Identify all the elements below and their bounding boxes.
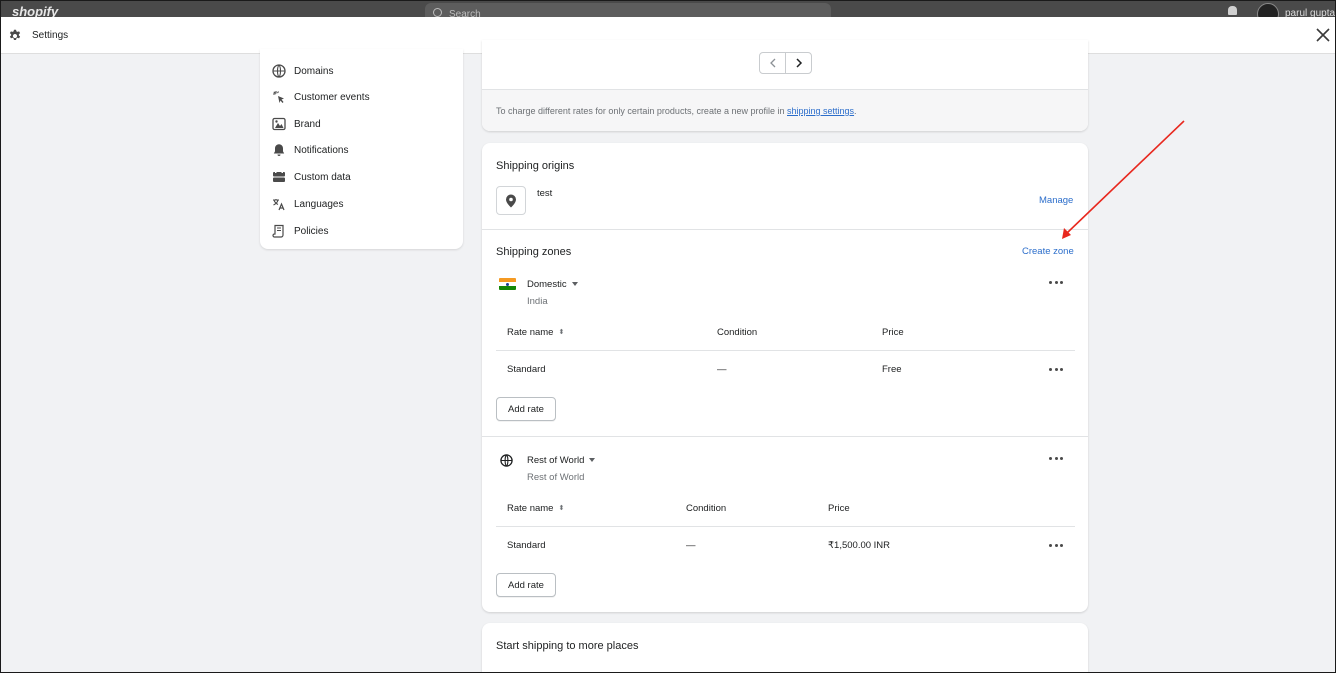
bell-icon: [271, 142, 287, 158]
cursor-click-icon: [271, 89, 287, 105]
policy-icon: [271, 223, 287, 239]
chevron-right-icon: [796, 58, 802, 68]
shipping-origins-zones-card: Shipping origins test Manage Shipping zo…: [482, 143, 1088, 612]
admin-topbar: shopify Search parul gupta: [0, 0, 1336, 17]
sort-icon: ⬍: [558, 329, 565, 337]
rate-name-cell: Standard: [507, 364, 546, 375]
rate-more-actions-icon[interactable]: [1049, 366, 1063, 372]
rate-price-cell: ₹1,500.00 INR: [828, 540, 891, 551]
create-zone-link[interactable]: Create zone: [1022, 246, 1074, 257]
shipping-profile-card: To charge different rates for only certa…: [482, 40, 1088, 131]
zone-subtitle: India: [527, 296, 548, 307]
rate-price-cell: Free: [882, 364, 902, 375]
brand-icon: [271, 116, 287, 132]
rate-name-cell: Standard: [507, 540, 546, 551]
zone-more-actions-icon[interactable]: [1049, 279, 1063, 285]
sidebar-item-label: Notifications: [294, 144, 349, 156]
more-places-card: Start shipping to more places: [482, 623, 1088, 673]
zone-name-label: Rest of World: [527, 455, 585, 466]
search-icon: [433, 8, 442, 17]
sidebar-item-label: Languages: [294, 198, 344, 210]
globe-icon: [500, 454, 513, 467]
profile-footer: To charge different rates for only certa…: [482, 89, 1088, 131]
india-flag-icon: [499, 278, 516, 290]
sidebar-item-label: Policies: [294, 225, 329, 237]
column-header-rate-name[interactable]: Rate name ⬍: [507, 327, 564, 338]
column-header-condition: Condition: [717, 327, 758, 338]
location-pin-icon: [506, 194, 516, 207]
caret-down-icon: [571, 282, 578, 287]
manage-link[interactable]: Manage: [1039, 195, 1073, 206]
search-placeholder: Search: [449, 9, 481, 17]
gear-icon: [9, 29, 21, 40]
shipping-zones-title: Shipping zones: [496, 246, 572, 258]
avatar[interactable]: [1257, 3, 1279, 17]
sidebar-item-label: Brand: [294, 118, 321, 130]
column-header-price: Price: [828, 503, 850, 514]
sidebar-item-label: Customer events: [294, 91, 370, 103]
user-name[interactable]: parul gupta: [1285, 8, 1335, 17]
sidebar-item-custom-data[interactable]: Custom data: [271, 167, 456, 187]
caret-down-icon: [589, 458, 596, 463]
rate-more-actions-icon[interactable]: [1049, 542, 1063, 548]
zone-divider: [482, 436, 1088, 437]
sidebar-item-notifications[interactable]: Notifications: [271, 140, 456, 160]
pagination: [759, 52, 812, 74]
sidebar-item-languages[interactable]: Languages: [271, 194, 456, 214]
zone-name-label: Domestic: [527, 279, 567, 290]
origin-location-name: test: [537, 188, 553, 199]
shopify-logo[interactable]: shopify: [12, 4, 58, 17]
add-rate-button[interactable]: Add rate: [496, 573, 556, 597]
zone-subtitle: Rest of World: [527, 472, 585, 483]
more-places-title: Start shipping to more places: [496, 640, 639, 652]
shipping-settings-link[interactable]: shipping settings: [787, 106, 854, 116]
custom-data-icon: [271, 169, 287, 185]
settings-sidebar: Domains Customer events Brand Notificati…: [260, 49, 463, 249]
sidebar-item-policies[interactable]: Policies: [271, 221, 456, 241]
globe-icon: [271, 63, 287, 79]
table-divider: [496, 526, 1075, 527]
close-icon[interactable]: [1314, 26, 1332, 44]
sidebar-item-brand[interactable]: Brand: [271, 114, 456, 134]
notification-bell-icon[interactable]: [1228, 6, 1237, 15]
add-rate-button[interactable]: Add rate: [496, 397, 556, 421]
zone-more-actions-icon[interactable]: [1049, 455, 1063, 461]
next-page-button[interactable]: [785, 53, 811, 73]
table-divider: [496, 350, 1075, 351]
header-label: Rate name: [507, 503, 554, 514]
rate-condition-cell: —: [717, 364, 727, 375]
column-header-condition: Condition: [686, 503, 727, 514]
footer-suffix: .: [854, 106, 857, 116]
profile-footer-text: To charge different rates for only certa…: [496, 106, 857, 116]
sidebar-item-customer-events[interactable]: Customer events: [271, 87, 456, 107]
header-label: Rate name: [507, 327, 554, 338]
chevron-left-icon: [769, 58, 776, 68]
zone-name-domestic[interactable]: Domestic: [527, 279, 578, 290]
zone-name-rest-of-world[interactable]: Rest of World: [527, 455, 596, 466]
translate-icon: [271, 196, 287, 212]
shipping-origins-title: Shipping origins: [496, 160, 575, 172]
settings-title: Settings: [32, 30, 69, 41]
column-header-rate-name[interactable]: Rate name ⬍: [507, 503, 564, 514]
section-divider: [482, 229, 1088, 230]
sidebar-item-domains[interactable]: Domains: [271, 61, 456, 81]
rate-condition-cell: —: [686, 540, 696, 551]
sort-icon: ⬍: [558, 505, 565, 513]
column-header-price: Price: [882, 327, 904, 338]
location-pin-box: [496, 186, 526, 215]
search-bar[interactable]: Search: [425, 3, 831, 17]
sidebar-item-label: Domains: [294, 65, 334, 77]
footer-text: To charge different rates for only certa…: [496, 106, 787, 116]
sidebar-item-label: Custom data: [294, 171, 351, 183]
previous-page-button[interactable]: [760, 53, 785, 73]
